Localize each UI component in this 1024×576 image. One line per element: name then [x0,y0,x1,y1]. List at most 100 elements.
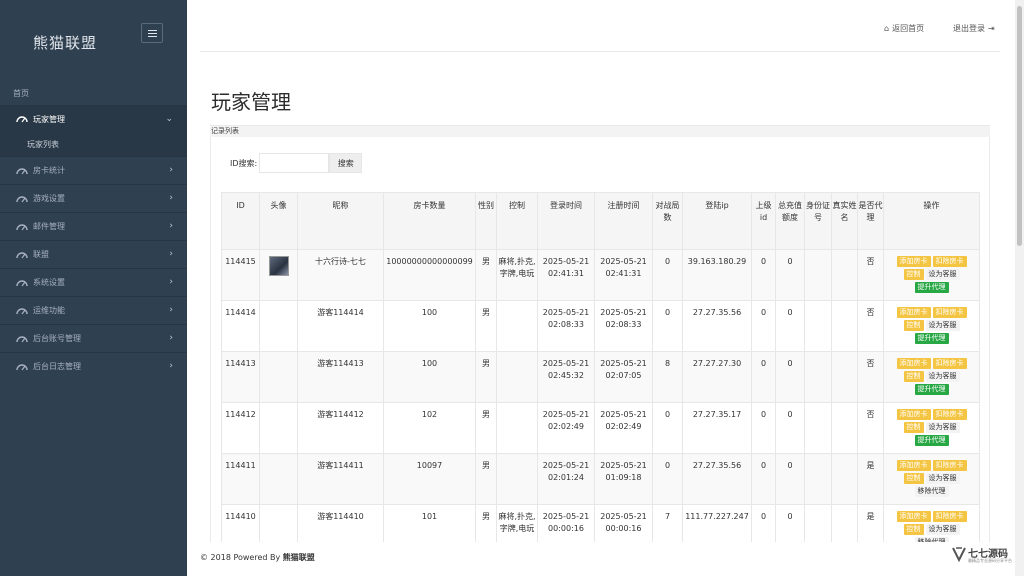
action-group: 添加房卡 扣除房卡 控制 设为客服移除代理 [884,460,979,497]
set-service-button[interactable]: 设为客服 [925,269,960,280]
vertical-scrollbar[interactable] [1015,0,1024,576]
chevron-down-icon: ⌄ [165,114,173,124]
control-button[interactable]: 控制 [903,524,924,535]
chevron-right-icon: › [169,277,173,287]
set-service-button[interactable]: 设为客服 [925,320,960,331]
dashboard-icon [16,279,28,286]
add-cards-button[interactable]: 添加房卡 [896,460,931,471]
avatar-cell [259,402,298,454]
cell-idcard [804,504,832,542]
cell-nick: 十六行诗-七七 [297,249,384,301]
sidebar-item-ops[interactable]: 运维功能 › [0,296,187,324]
cell-cards: 10097 [383,453,476,505]
control-button[interactable]: 控制 [903,422,924,433]
table-row: 114413 游客114413 100 男 2025-05-21 02:45:32 202… [221,351,980,403]
cell-actions: 添加房卡 扣除房卡 控制 设为客服移除代理 [883,504,980,542]
cell-nick: 游客114414 [297,300,384,352]
control-button[interactable]: 控制 [903,371,924,382]
add-cards-button[interactable]: 添加房卡 [896,409,931,420]
set-service-button[interactable]: 设为客服 [925,422,960,433]
cell-control [496,402,538,454]
chevron-right-icon: › [169,249,173,259]
sidebar-item-card-stats[interactable]: 房卡统计 › [0,156,187,184]
remove-agent-button[interactable]: 移除代理 [914,486,949,497]
cell-idcard [804,453,832,505]
deduct-cards-button[interactable]: 扣除房卡 [932,511,967,522]
chevron-right-icon: › [169,193,173,203]
control-button[interactable]: 控制 [903,473,924,484]
column-header: ID [221,192,260,250]
add-cards-button[interactable]: 添加房卡 [896,358,931,369]
cell-login: 2025-05-21 02:01:24 [537,453,595,505]
promote-agent-button[interactable]: 提升代理 [914,384,949,395]
set-service-button[interactable]: 设为客服 [925,473,960,484]
avatar-cell [259,504,298,542]
cell-id: 114411 [221,453,260,505]
footer-copyright: © 2018 Powered By [200,553,283,562]
search-label: ID搜索: [230,158,258,168]
cell-parent: 0 [751,453,776,505]
cell-reg: 2025-05-21 01:09:18 [594,453,653,505]
cell-nick: 游客114411 [297,453,384,505]
cell-login: 2025-05-21 02:02:49 [537,402,595,454]
remove-agent-button[interactable]: 移除代理 [914,537,949,542]
promote-agent-button[interactable]: 提升代理 [914,333,949,344]
cell-parent: 0 [751,504,776,542]
dashboard-icon [16,167,28,174]
set-service-button[interactable]: 设为客服 [925,524,960,535]
scrollbar-thumb[interactable] [1017,6,1022,246]
sidebar-item-mail[interactable]: 邮件管理 › [0,212,187,240]
cell-ip: 27.27.35.17 [682,402,752,454]
menu-toggle-button[interactable] [141,23,163,43]
control-button[interactable]: 控制 [903,269,924,280]
cell-reg: 2025-05-21 02:07:05 [594,351,653,403]
promote-agent-button[interactable]: 提升代理 [914,282,949,293]
cell-parent: 0 [751,351,776,403]
sidebar-item-label: 联盟 [33,250,49,259]
cell-recharge: 0 [775,453,805,505]
column-header: 控制 [496,192,538,250]
sidebar-subitem-player-list[interactable]: 玩家列表 [0,132,187,156]
cell-realname [831,402,858,454]
add-cards-button[interactable]: 添加房卡 [896,307,931,318]
sidebar-item-label: 邮件管理 [33,222,65,231]
add-cards-button[interactable]: 添加房卡 [896,511,931,522]
column-header: 头像 [259,192,298,250]
deduct-cards-button[interactable]: 扣除房卡 [932,460,967,471]
add-cards-button[interactable]: 添加房卡 [896,256,931,267]
sidebar-item-admin-logs[interactable]: 后台日志管理 › [0,352,187,380]
id-search-input[interactable] [259,153,330,173]
sidebar-item-label: 系统设置 [33,278,65,287]
sidebar-item-system-settings[interactable]: 系统设置 › [0,268,187,296]
back-home-link[interactable]: ⌂ 返回首页 [884,23,924,34]
cell-control: 麻将,扑克,字牌,电玩 [496,249,538,301]
sidebar-item-game-settings[interactable]: 游戏设置 › [0,184,187,212]
column-header: 房卡数量 [383,192,476,250]
cell-recharge: 0 [775,300,805,352]
cell-agent: 否 [857,300,884,352]
cell-control: 麻将,扑克,字牌,电玩 [496,504,538,542]
cell-control [496,453,538,505]
deduct-cards-button[interactable]: 扣除房卡 [932,256,967,267]
search-button[interactable]: 搜索 [329,153,363,173]
logout-label: 退出登录 [953,24,985,33]
logout-link[interactable]: 退出登录 ⇥ [953,23,995,34]
sidebar-item-alliance[interactable]: 联盟 › [0,240,187,268]
sign-out-icon: ⇥ [988,24,995,33]
control-button[interactable]: 控制 [903,320,924,331]
cell-login: 2025-05-21 02:08:33 [537,300,595,352]
cell-nick: 游客114413 [297,351,384,403]
dashboard-icon [16,307,28,314]
deduct-cards-button[interactable]: 扣除房卡 [932,358,967,369]
sidebar-item-player-management[interactable]: 玩家管理 ⌄ [0,105,187,132]
deduct-cards-button[interactable]: 扣除房卡 [932,409,967,420]
deduct-cards-button[interactable]: 扣除房卡 [932,307,967,318]
sidebar-item-admin-accounts[interactable]: 后台账号管理 › [0,324,187,352]
set-service-button[interactable]: 设为客服 [925,371,960,382]
promote-agent-button[interactable]: 提升代理 [914,435,949,446]
dashboard-icon [16,251,28,258]
cell-idcard [804,249,832,301]
nav-home-link[interactable]: 首页 [13,88,29,99]
cell-cards: 100 [383,300,476,352]
cell-idcard [804,300,832,352]
